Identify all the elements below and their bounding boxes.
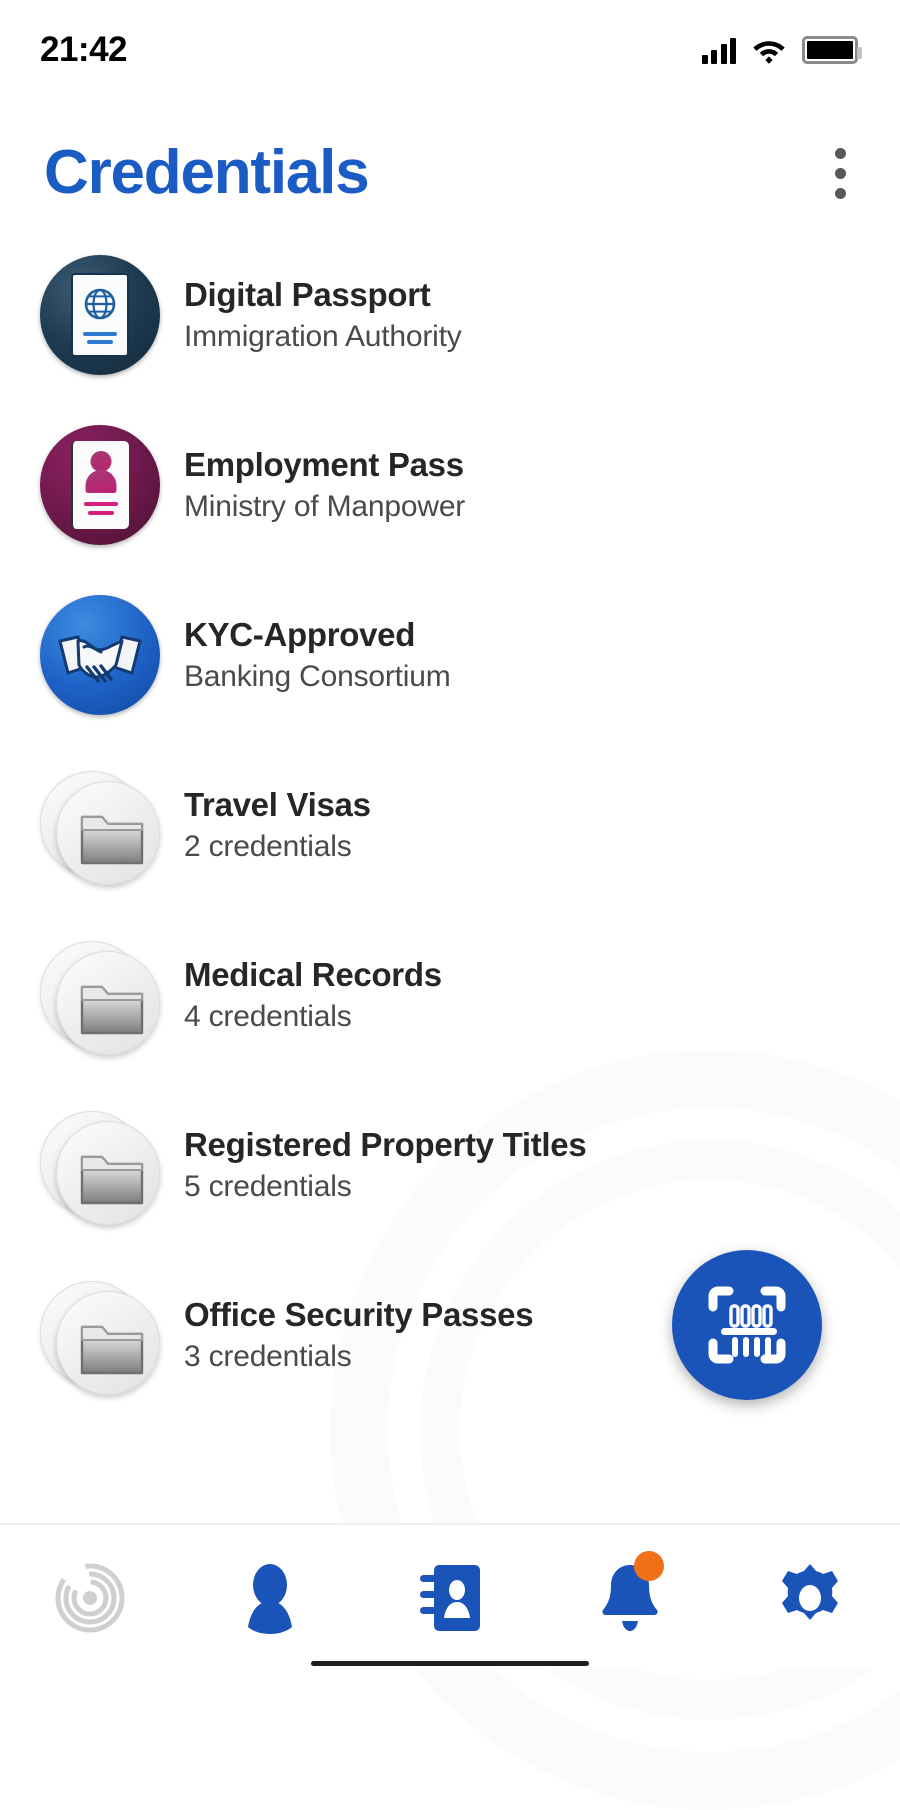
folder-icon (79, 983, 145, 1037)
list-item-title: Employment Pass (184, 447, 465, 483)
battery-full-icon (802, 36, 858, 64)
list-item-title: Medical Records (184, 957, 442, 993)
status-bar: 21:42 (0, 0, 900, 100)
list-item[interactable]: Employment Pass Ministry of Manpower (0, 400, 900, 570)
folder-icon (79, 1323, 145, 1377)
list-item-title: Registered Property Titles (184, 1127, 586, 1163)
folder-icon (79, 813, 145, 867)
cellular-signal-icon (702, 38, 737, 64)
nav-item-notifications[interactable] (540, 1525, 720, 1670)
maze-icon (53, 1561, 127, 1635)
barcode-scan-icon (705, 1283, 789, 1367)
list-item-subtitle: 3 credentials (184, 1340, 533, 1373)
handshake-glyph-icon (54, 619, 146, 691)
credentials-list: Digital Passport Immigration Authority E… (0, 220, 900, 1420)
folder-stack-icon (40, 1105, 160, 1225)
list-item-text: Medical Records 4 credentials (184, 957, 442, 1032)
list-item-subtitle: 4 credentials (184, 1000, 442, 1033)
nav-item-maze[interactable] (0, 1525, 180, 1670)
address-book-icon (416, 1561, 484, 1635)
list-item-text: Office Security Passes 3 credentials (184, 1297, 533, 1372)
list-item-text: Employment Pass Ministry of Manpower (184, 447, 465, 522)
folder-stack-icon (40, 765, 160, 885)
scan-fab-button[interactable] (672, 1250, 822, 1400)
list-item-subtitle: Ministry of Manpower (184, 490, 465, 523)
status-bar-icons (702, 36, 859, 64)
page-title: Credentials (44, 142, 368, 204)
list-item-title: Travel Visas (184, 787, 371, 823)
home-indicator (311, 1661, 589, 1666)
globe-icon (82, 286, 118, 322)
list-item[interactable]: KYC-Approved Banking Consortium (0, 570, 900, 740)
list-item-subtitle: 5 credentials (184, 1170, 586, 1203)
list-item-subtitle: Immigration Authority (184, 320, 462, 353)
list-item-subtitle: 2 credentials (184, 830, 371, 863)
list-item-text: Digital Passport Immigration Authority (184, 277, 462, 352)
list-item[interactable]: Travel Visas 2 credentials (0, 740, 900, 910)
nav-item-contacts[interactable] (360, 1525, 540, 1670)
person-icon (237, 1561, 303, 1635)
folder-icon (79, 1153, 145, 1207)
list-item-title: KYC-Approved (184, 617, 451, 653)
passport-icon (40, 255, 160, 375)
nav-item-settings[interactable] (720, 1525, 900, 1670)
nav-item-profile[interactable] (180, 1525, 360, 1670)
list-item-title: Office Security Passes (184, 1297, 533, 1333)
wifi-icon (752, 38, 786, 64)
folder-stack-icon (40, 935, 160, 1055)
list-item-text: Travel Visas 2 credentials (184, 787, 371, 862)
status-bar-clock: 21:42 (40, 30, 127, 70)
gear-icon (773, 1561, 847, 1635)
person-silhouette-icon (86, 451, 116, 495)
list-item-title: Digital Passport (184, 277, 462, 313)
list-item[interactable]: Digital Passport Immigration Authority (0, 230, 900, 400)
list-item-subtitle: Banking Consortium (184, 660, 451, 693)
folder-stack-icon (40, 1275, 160, 1395)
bottom-navigation-bar (0, 1523, 900, 1670)
page-header: Credentials (0, 100, 900, 220)
overflow-menu-icon[interactable] (821, 138, 860, 209)
list-item[interactable]: Medical Records 4 credentials (0, 910, 900, 1080)
list-item[interactable]: Registered Property Titles 5 credentials (0, 1080, 900, 1250)
handshake-icon (40, 595, 160, 715)
id-card-icon (40, 425, 160, 545)
list-item-text: Registered Property Titles 5 credentials (184, 1127, 586, 1202)
list-item-text: KYC-Approved Banking Consortium (184, 617, 451, 692)
notification-badge (634, 1551, 664, 1581)
